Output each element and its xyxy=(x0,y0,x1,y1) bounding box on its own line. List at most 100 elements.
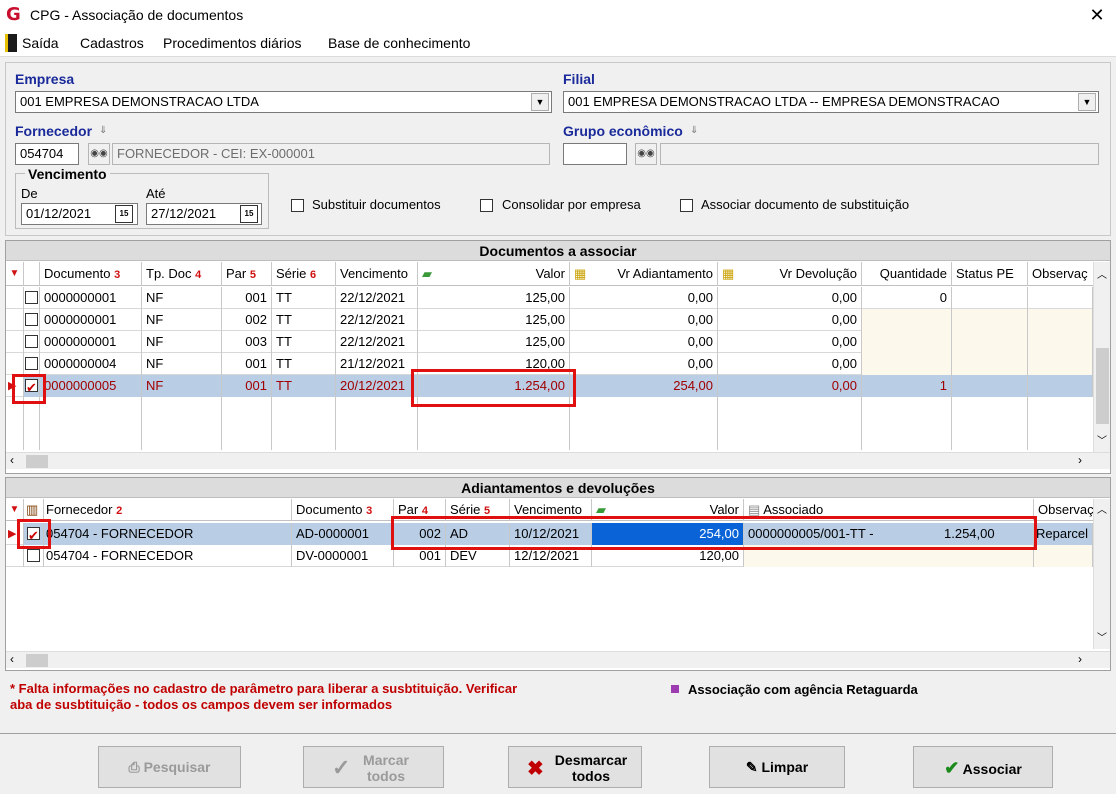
cell-quantidade xyxy=(862,331,952,353)
cell-status-pe xyxy=(952,287,1028,309)
scroll-thumb[interactable] xyxy=(26,455,48,468)
row-indicator xyxy=(6,353,24,375)
filial-select[interactable]: 001 EMPRESA DEMONSTRACAO LTDA -- EMPRESA… xyxy=(563,91,1099,113)
columns-icon[interactable]: ▥ xyxy=(24,499,44,521)
ate-label: Até xyxy=(146,186,166,201)
advances-grid-title: Adiantamentos e devoluções xyxy=(6,478,1110,498)
cell-tpdoc: NF xyxy=(142,287,222,309)
cell-devolucao: 0,00 xyxy=(718,375,862,397)
chevron-down-icon[interactable]: ﹀ xyxy=(1097,432,1107,447)
vencimento-label: Vencimento xyxy=(25,166,110,182)
highlight-box xyxy=(17,519,51,549)
row-checkbox[interactable] xyxy=(25,313,38,326)
table-row[interactable]: 0000000001 NF 001 TT 22/12/2021 125,00 0… xyxy=(6,287,1093,309)
chevron-up-icon[interactable]: ︿ xyxy=(1097,501,1107,516)
header-devolucao[interactable]: ▦ Vr Devolução xyxy=(718,262,862,286)
binoculars-icon[interactable]: ◉◉ xyxy=(635,143,657,165)
cell-adiantamento: 0,00 xyxy=(570,331,718,353)
row-check-cell[interactable] xyxy=(24,309,40,331)
row-checkbox[interactable] xyxy=(27,549,40,562)
header-quantidade[interactable]: Quantidade xyxy=(862,262,952,286)
cell-tpdoc: NF xyxy=(142,309,222,331)
header-observacao[interactable]: Observaç xyxy=(1028,262,1093,286)
header-par-label: Par xyxy=(398,502,419,517)
header-tpdoc[interactable]: Tp. Doc 4 xyxy=(142,262,222,286)
cell-documento: AD-0000001 xyxy=(292,523,394,545)
empresa-select[interactable]: 001 EMPRESA DEMONSTRACAO LTDA xyxy=(15,91,552,113)
cell-par: 001 xyxy=(222,287,272,309)
calendar-icon[interactable]: 15 xyxy=(240,205,258,223)
calendar-icon[interactable]: 15 xyxy=(115,205,133,223)
header-devol-label: Vr Devolução xyxy=(779,266,857,281)
table-row[interactable]: 0000000001 NF 002 TT 22/12/2021 125,00 0… xyxy=(6,309,1093,331)
advances-vscroll[interactable]: ︿ ﹀ xyxy=(1093,499,1110,649)
row-check-cell[interactable] xyxy=(24,331,40,353)
scroll-thumb[interactable] xyxy=(1096,348,1109,424)
filial-value: 001 EMPRESA DEMONSTRACAO LTDA -- EMPRESA… xyxy=(568,94,1000,109)
cell-par: 001 xyxy=(222,353,272,375)
chevron-down-icon[interactable]: ▼ xyxy=(531,93,549,111)
chevron-right-icon[interactable]: › xyxy=(1078,453,1082,467)
sort-order: 4 xyxy=(195,269,202,281)
desmarcar-todos-button[interactable]: ✖ Desmarcar todos xyxy=(508,746,642,788)
header-serie[interactable]: Série 6 xyxy=(272,262,336,286)
empresa-label: Empresa xyxy=(15,71,75,87)
chevron-right-icon[interactable]: › xyxy=(1078,652,1082,666)
cell-quantidade xyxy=(862,309,952,331)
binoculars-icon[interactable]: ◉◉ xyxy=(88,143,110,165)
pin-icon: ⇓ xyxy=(690,125,699,136)
header-status-pe[interactable]: Status PE xyxy=(952,262,1028,286)
check-icon: ✔ xyxy=(944,758,960,778)
menu-saida[interactable]: Saída xyxy=(22,35,59,51)
cell-observacao xyxy=(1028,331,1093,353)
chevron-left-icon[interactable]: ‹ xyxy=(10,453,14,467)
cell-serie: TT xyxy=(272,353,336,375)
limpar-button[interactable]: ✎ Limpar xyxy=(709,746,845,788)
row-check-cell[interactable] xyxy=(24,287,40,309)
header-par[interactable]: Par 5 xyxy=(222,262,272,286)
header-documento[interactable]: Documento 3 xyxy=(292,499,394,521)
pesquisar-button[interactable]: ⎙ Pesquisar xyxy=(98,746,241,788)
fornecedor-code-input[interactable]: 054704 xyxy=(15,143,79,165)
header-par-label: Par xyxy=(226,266,247,281)
row-indicator xyxy=(6,287,24,309)
chevron-up-icon[interactable]: ︿ xyxy=(1097,266,1107,281)
header-documento[interactable]: Documento 3 xyxy=(40,262,142,286)
chevron-left-icon[interactable]: ‹ xyxy=(10,652,14,666)
cell-devolucao: 0,00 xyxy=(718,331,862,353)
close-icon[interactable]: ✕ xyxy=(1084,2,1110,28)
highlight-box xyxy=(12,374,46,404)
row-checkbox[interactable] xyxy=(25,335,38,348)
marcar-todos-button[interactable]: ✓ Marcar todos xyxy=(303,746,444,788)
row-checkbox[interactable] xyxy=(25,357,38,370)
cell-status-pe xyxy=(952,331,1028,353)
substituir-checkbox[interactable] xyxy=(291,199,304,212)
documents-hscroll[interactable]: ‹ › xyxy=(6,452,1110,469)
sort-order: 3 xyxy=(366,505,373,517)
header-fornecedor[interactable]: Fornecedor 2 xyxy=(44,499,292,521)
header-observacao[interactable]: Observaç xyxy=(1034,499,1093,521)
associar-subst-checkbox[interactable] xyxy=(680,199,693,212)
scroll-thumb[interactable] xyxy=(26,654,48,667)
row-indicator xyxy=(6,331,24,353)
row-checkbox[interactable] xyxy=(25,291,38,304)
header-adiantamento[interactable]: ▦ Vr Adiantamento xyxy=(570,262,718,286)
header-vencimento[interactable]: Vencimento xyxy=(336,262,418,286)
cell-devolucao: 0,00 xyxy=(718,353,862,375)
consolidar-checkbox[interactable] xyxy=(480,199,493,212)
menu-base-conhecimento[interactable]: Base de conhecimento xyxy=(328,35,470,51)
row-check-cell[interactable] xyxy=(24,353,40,375)
associar-button[interactable]: ✔ Associar xyxy=(913,746,1053,788)
table-row[interactable]: 0000000001 NF 003 TT 22/12/2021 125,00 0… xyxy=(6,331,1093,353)
chevron-down-icon[interactable]: ▼ xyxy=(1078,93,1096,111)
cell-status-pe xyxy=(952,375,1028,397)
menu-procedimentos[interactable]: Procedimentos diários xyxy=(163,35,302,51)
advances-hscroll[interactable]: ‹ › xyxy=(6,651,1110,668)
header-valor[interactable]: ▰ Valor xyxy=(418,262,570,286)
grupo-code-input[interactable] xyxy=(563,143,627,165)
documents-vscroll[interactable]: ︿ ﹀ xyxy=(1093,262,1110,452)
chevron-down-icon[interactable]: ﹀ xyxy=(1097,629,1107,644)
menu-cadastros[interactable]: Cadastros xyxy=(80,35,144,51)
exit-door-icon[interactable] xyxy=(5,34,17,52)
cell-par: 002 xyxy=(222,309,272,331)
